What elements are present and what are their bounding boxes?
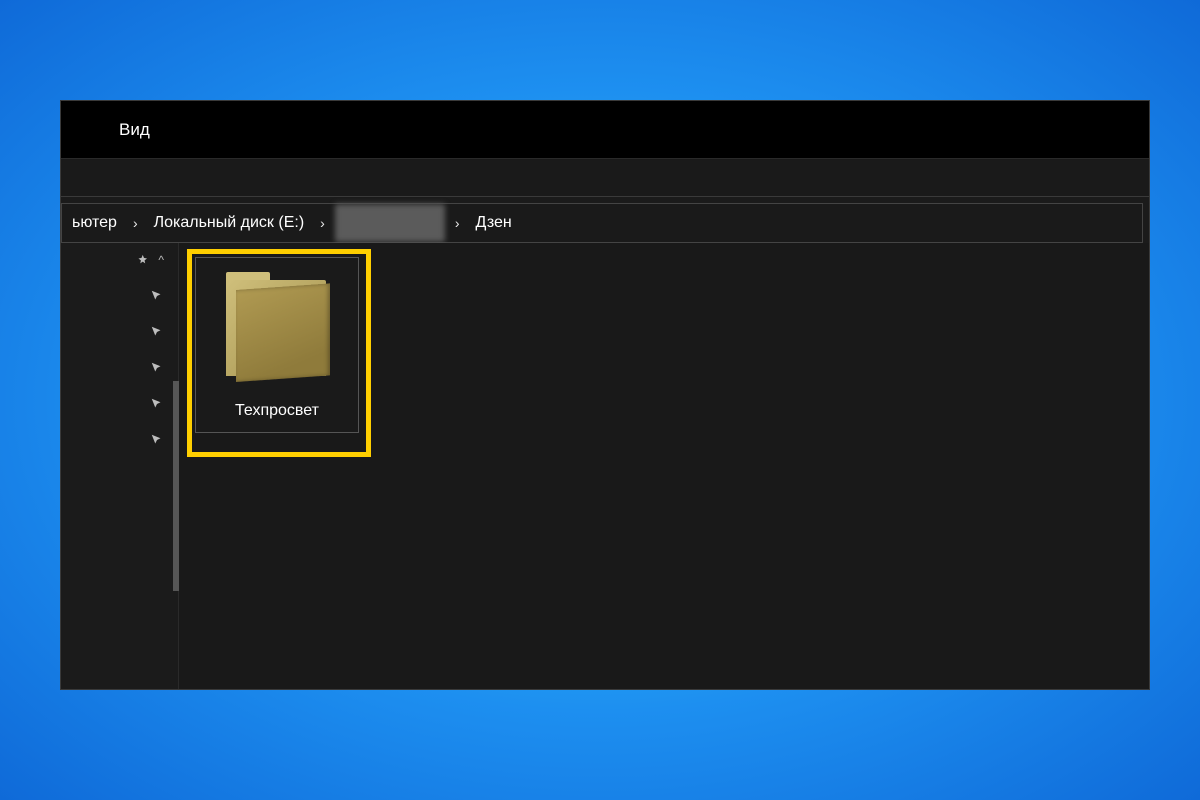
pin-icon	[150, 361, 164, 375]
main-row: ^	[61, 243, 1149, 689]
sidebar-item[interactable]	[150, 325, 178, 339]
folder-icon	[222, 268, 332, 388]
sidebar-item[interactable]	[150, 289, 178, 303]
pin-icon	[150, 433, 164, 447]
breadcrumb-segment-redacted[interactable]	[335, 204, 445, 242]
pin-icon	[150, 325, 164, 339]
chevron-right-icon[interactable]: ›	[127, 215, 144, 231]
titlebar: Вид	[61, 101, 1149, 159]
content-pane[interactable]: Техпросвет	[179, 243, 1149, 689]
folder-label: Техпросвет	[235, 402, 319, 420]
pin-icon	[150, 397, 164, 411]
breadcrumb-segment-current[interactable]: Дзен	[465, 204, 521, 242]
pin-icon	[150, 289, 164, 303]
sidebar-quick-access: ^	[61, 243, 179, 689]
folder-item[interactable]: Техпросвет	[195, 257, 359, 433]
ribbon-bar	[61, 159, 1149, 197]
file-explorer-window: Вид ьютер › Локальный диск (E:) › › Дзен…	[60, 100, 1150, 690]
sidebar-item[interactable]	[150, 361, 178, 375]
breadcrumb-segment-computer[interactable]: ьютер	[62, 204, 127, 242]
breadcrumb-segment-drive-e[interactable]: Локальный диск (E:)	[144, 204, 315, 242]
chevron-right-icon[interactable]: ›	[314, 215, 331, 231]
address-bar[interactable]: ьютер › Локальный диск (E:) › › Дзен	[61, 203, 1143, 243]
sidebar-item[interactable]: ^	[136, 253, 178, 267]
menu-view[interactable]: Вид	[119, 120, 150, 140]
pin-icon	[136, 253, 150, 267]
sidebar-collapse-caret: ^	[158, 253, 164, 267]
chevron-right-icon[interactable]: ›	[449, 215, 466, 231]
